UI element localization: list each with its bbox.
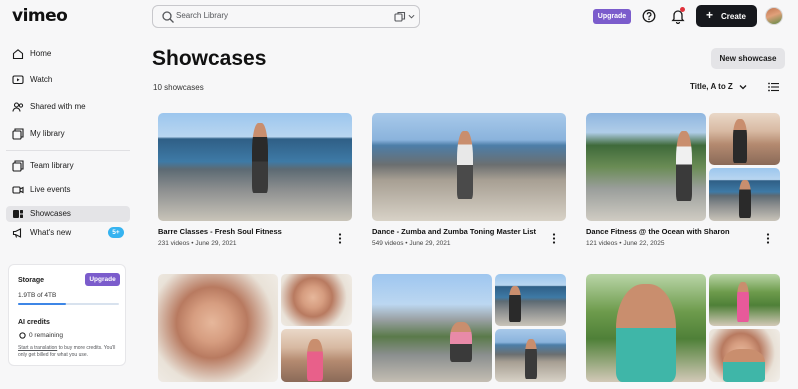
showcase-thumbnail-small[interactable] bbox=[495, 329, 566, 382]
chevron-down-icon[interactable] bbox=[408, 13, 415, 20]
instructor-figure bbox=[723, 349, 765, 382]
search-icon bbox=[162, 11, 174, 23]
showcase-thumbnail-small[interactable] bbox=[709, 113, 780, 165]
sidebar-item-live-events[interactable]: Live events bbox=[6, 182, 130, 198]
sidebar-item-showcases[interactable]: Showcases bbox=[6, 206, 130, 222]
start-translation-link[interactable]: Start a translation bbox=[18, 345, 57, 351]
instructor-figure bbox=[509, 286, 521, 322]
avatar[interactable] bbox=[765, 7, 783, 25]
sort-dropdown[interactable]: Title, A to Z bbox=[690, 82, 733, 91]
showcase-thumbnail[interactable] bbox=[586, 274, 706, 382]
showcase-thumbnail-small[interactable] bbox=[709, 168, 780, 221]
more-options-icon[interactable] bbox=[765, 233, 771, 244]
search-input[interactable]: Search Library bbox=[176, 11, 228, 20]
sidebar-item-shared-with-me[interactable]: Shared with me bbox=[6, 99, 130, 115]
sidebar-item-label: Showcases bbox=[30, 209, 71, 218]
people-icon bbox=[12, 102, 24, 112]
showcase-thumbnail-small[interactable] bbox=[709, 329, 780, 382]
help-icon[interactable] bbox=[642, 9, 656, 23]
instructor-figure bbox=[525, 339, 537, 379]
storage-label: Storage bbox=[18, 277, 45, 284]
showcase-meta: 549 videos • June 29, 2021 bbox=[372, 240, 451, 247]
instructor-figure bbox=[733, 119, 747, 163]
watch-icon bbox=[12, 75, 24, 85]
new-showcase-button[interactable]: New showcase bbox=[711, 48, 785, 69]
instructor-figure bbox=[450, 322, 472, 362]
plus-icon: + bbox=[706, 8, 714, 22]
megaphone-icon bbox=[12, 228, 22, 238]
storage-used-text: 1.9TB of 4TB bbox=[18, 292, 57, 299]
instructor-figure bbox=[737, 282, 749, 322]
showcase-icon bbox=[13, 210, 23, 218]
sidebar-item-whats-new[interactable]: What's new 5+ bbox=[6, 225, 130, 241]
filter-icon[interactable] bbox=[394, 11, 406, 23]
sidebar-divider bbox=[6, 150, 130, 151]
storage-card: Storage Upgrade 1.9TB of 4TB AI credits … bbox=[8, 264, 126, 366]
showcase-thumbnail-small[interactable] bbox=[495, 274, 566, 326]
storage-upgrade-button[interactable]: Upgrade bbox=[85, 273, 120, 286]
ai-credits-remaining: 0 remaining bbox=[29, 332, 63, 339]
vimeo-logo[interactable]: vimeo bbox=[12, 6, 68, 26]
upgrade-button[interactable]: Upgrade bbox=[593, 9, 631, 24]
showcase-meta: 231 videos • June 29, 2021 bbox=[158, 240, 237, 247]
notification-dot bbox=[680, 7, 685, 12]
search-bar[interactable]: Search Library bbox=[152, 5, 420, 28]
showcase-title[interactable]: Barre Classes - Fresh Soul Fitness bbox=[158, 227, 282, 236]
more-options-icon[interactable] bbox=[551, 233, 557, 244]
team-library-icon bbox=[12, 160, 24, 172]
create-button[interactable]: + Create bbox=[696, 5, 757, 27]
sidebar-item-label: Live events bbox=[30, 185, 71, 194]
showcase-thumbnail-small[interactable] bbox=[709, 274, 780, 326]
ai-credits-label: AI credits bbox=[18, 319, 50, 326]
showcase-thumbnail[interactable] bbox=[158, 113, 352, 221]
showcase-title[interactable]: Dance - Zumba and Zumba Toning Master Li… bbox=[372, 227, 536, 236]
credit-coin-icon bbox=[19, 332, 26, 339]
showcase-thumbnail-small[interactable] bbox=[281, 274, 352, 326]
sidebar-item-label: Watch bbox=[30, 75, 53, 84]
chevron-down-icon[interactable] bbox=[739, 83, 747, 91]
sidebar: Home Watch Shared with me My library Tea… bbox=[0, 40, 140, 389]
showcase-meta: 121 videos • June 22, 2025 bbox=[586, 240, 665, 247]
showcase-thumbnail[interactable] bbox=[158, 274, 278, 382]
page-title: Showcases bbox=[152, 47, 267, 70]
storage-progress-fill bbox=[18, 303, 66, 305]
home-icon bbox=[12, 49, 24, 60]
list-view-icon[interactable] bbox=[768, 82, 779, 92]
camera-icon bbox=[12, 186, 24, 194]
instructor-figure bbox=[739, 180, 751, 218]
whats-new-badge: 5+ bbox=[108, 227, 124, 238]
instructor-figure bbox=[676, 131, 692, 201]
sidebar-item-my-library[interactable]: My library bbox=[6, 126, 130, 142]
sidebar-item-label: Home bbox=[30, 49, 52, 58]
sidebar-item-watch[interactable]: Watch bbox=[6, 72, 130, 88]
top-bar: vimeo Search Library Upgrade + Create bbox=[0, 0, 798, 34]
instructor-figure bbox=[616, 284, 676, 382]
instructor-figure bbox=[252, 123, 268, 193]
showcase-thumbnail[interactable] bbox=[372, 274, 492, 382]
showcase-thumbnail-small[interactable] bbox=[281, 329, 352, 382]
sidebar-item-label: Shared with me bbox=[30, 102, 86, 111]
ai-credits-note: Start a translation to buy more credits.… bbox=[18, 345, 120, 358]
library-icon bbox=[12, 128, 24, 140]
sidebar-item-team-library[interactable]: Team library bbox=[6, 158, 130, 174]
sidebar-item-label: Team library bbox=[30, 161, 74, 170]
showcase-thumbnail[interactable] bbox=[372, 113, 566, 221]
sidebar-item-home[interactable]: Home bbox=[6, 46, 130, 62]
instructor-figure bbox=[307, 339, 323, 381]
create-label: Create bbox=[721, 12, 746, 21]
showcase-count: 10 showcases bbox=[153, 83, 204, 92]
sidebar-item-label: My library bbox=[30, 129, 65, 138]
sidebar-item-label: What's new bbox=[30, 228, 72, 237]
instructor-figure bbox=[457, 131, 473, 199]
showcase-title[interactable]: Dance Fitness @ the Ocean with Sharon bbox=[586, 227, 730, 236]
showcase-thumbnail[interactable] bbox=[586, 113, 706, 221]
more-options-icon[interactable] bbox=[337, 233, 343, 244]
